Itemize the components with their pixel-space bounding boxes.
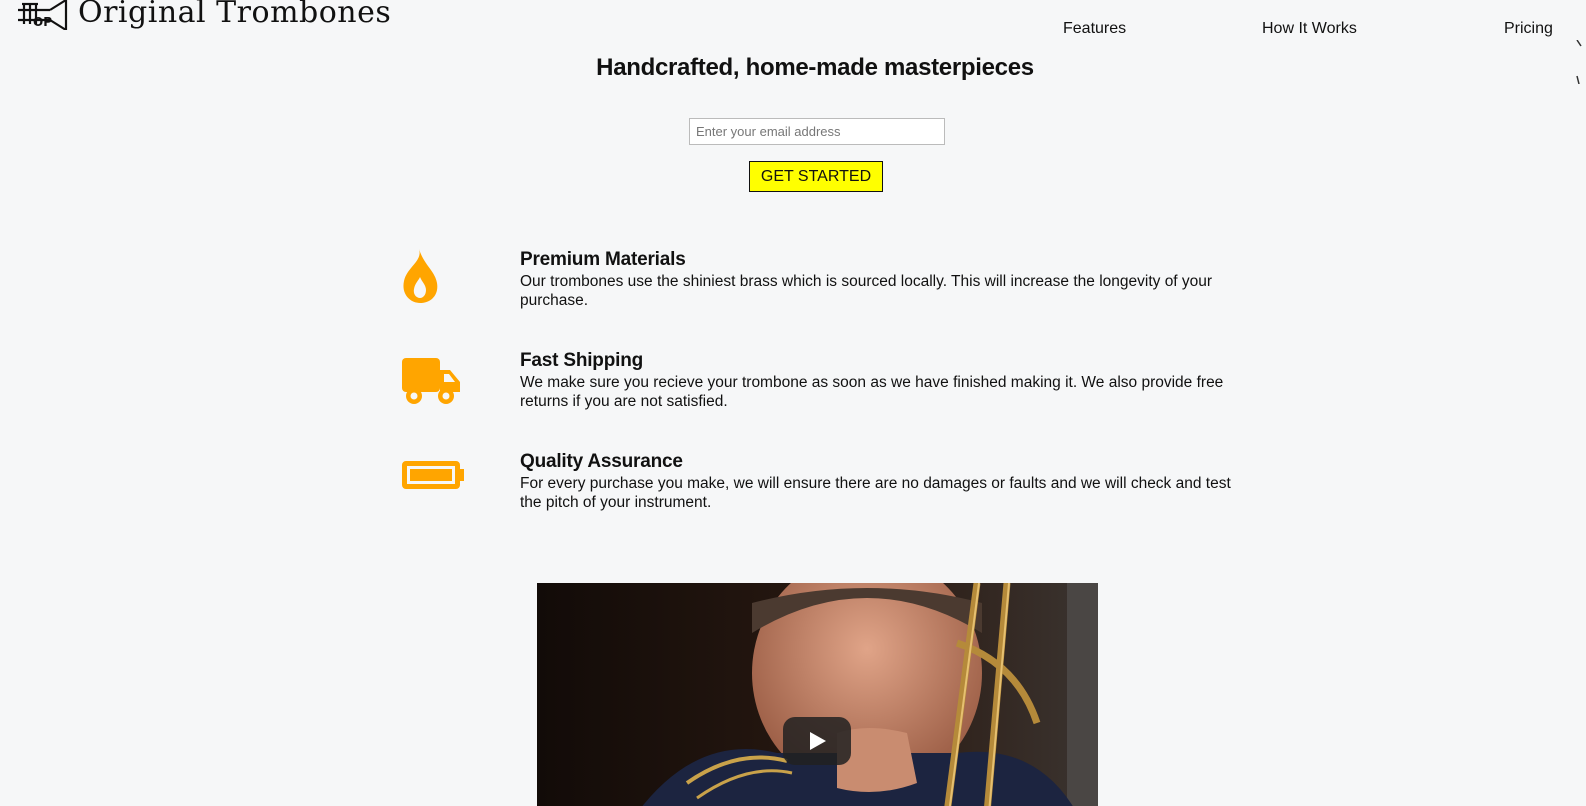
trumpet-logo-icon: OP bbox=[18, 0, 68, 30]
feature-title: Quality Assurance bbox=[520, 451, 683, 472]
feature-title: Premium Materials bbox=[520, 249, 686, 270]
feature-description: We make sure you recieve your trombone a… bbox=[520, 374, 1224, 410]
email-input[interactable] bbox=[689, 118, 945, 145]
nav-link-pricing[interactable]: Pricing bbox=[1504, 20, 1553, 38]
brand-logo[interactable]: OP Original Trombones bbox=[16, 0, 391, 30]
feature-premium-materials: Premium Materials Our trombones use the … bbox=[0, 249, 1586, 329]
video-thumbnail bbox=[537, 583, 1098, 806]
truck-icon bbox=[402, 358, 460, 404]
svg-text:OP: OP bbox=[33, 15, 52, 29]
feature-description: For every purchase you make, we will ens… bbox=[520, 475, 1231, 511]
video-player[interactable] bbox=[537, 583, 1098, 806]
feature-fast-shipping: Fast Shipping We make sure you recieve y… bbox=[0, 350, 1586, 430]
feature-description: Our trombones use the shiniest brass whi… bbox=[520, 273, 1213, 309]
get-started-button[interactable]: GET STARTED bbox=[749, 161, 883, 192]
hero-title: Handcrafted, home-made masterpieces bbox=[596, 54, 1034, 81]
play-button[interactable] bbox=[783, 717, 851, 765]
nav-link-features[interactable]: Features bbox=[1063, 20, 1126, 38]
feature-title: Fast Shipping bbox=[520, 350, 644, 371]
battery-icon bbox=[402, 461, 464, 489]
brand-name: Original Trombones bbox=[78, 0, 392, 30]
site-header: OP Original Trombones Features How It Wo… bbox=[0, 0, 1586, 84]
feature-quality-assurance: Quality Assurance For every purchase you… bbox=[0, 451, 1586, 531]
fire-icon bbox=[403, 249, 438, 303]
nav-link-how-it-works[interactable]: How It Works bbox=[1262, 20, 1357, 38]
play-icon bbox=[810, 732, 826, 750]
